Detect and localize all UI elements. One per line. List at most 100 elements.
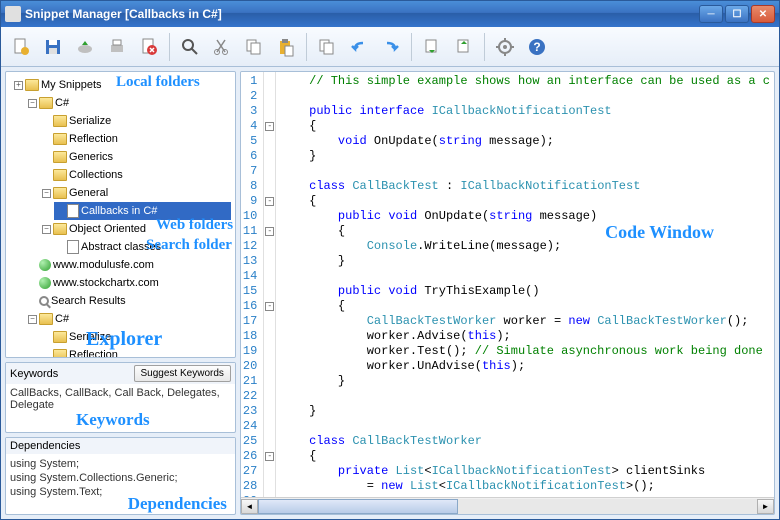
- save-button[interactable]: [39, 33, 67, 61]
- help-button[interactable]: ?: [523, 33, 551, 61]
- code-line: [280, 389, 770, 404]
- dependency-line: using System;: [10, 457, 231, 471]
- tree-node-label: My Snippets: [41, 77, 102, 93]
- fold-toggle[interactable]: -: [265, 302, 274, 311]
- cloud-up-icon: [75, 37, 95, 57]
- tree-node[interactable]: Generics: [40, 148, 231, 166]
- tree-node[interactable]: −C#: [26, 94, 231, 112]
- fold-toggle[interactable]: -: [265, 227, 274, 236]
- code-line: private List<ICallbackNotificationTest> …: [280, 464, 770, 479]
- scroll-thumb[interactable]: [258, 499, 458, 514]
- fold-toggle[interactable]: -: [265, 197, 274, 206]
- tree-node[interactable]: Collections: [40, 166, 231, 184]
- code-line: public void OnUpdate(string message): [280, 209, 770, 224]
- line-number: 27: [243, 464, 257, 479]
- code-line: class CallBackTestWorker: [280, 434, 770, 449]
- line-number: 17: [243, 314, 257, 329]
- tree-node[interactable]: Serialize: [40, 112, 231, 130]
- keywords-text[interactable]: CallBacks, CallBack, Call Back, Delegate…: [10, 387, 231, 411]
- fold-toggle[interactable]: -: [265, 452, 274, 461]
- tree-node[interactable]: www.modulusfe.com: [26, 256, 231, 274]
- delete-button[interactable]: [135, 33, 163, 61]
- content-area: +My Snippets−C#SerializeReflectionGeneri…: [1, 67, 779, 519]
- expander-icon[interactable]: −: [28, 315, 37, 324]
- line-number: 20: [243, 359, 257, 374]
- tree-node[interactable]: −General: [40, 184, 231, 202]
- line-number: 22: [243, 389, 257, 404]
- sync-button[interactable]: [450, 33, 478, 61]
- web-folder-icon: [39, 259, 51, 271]
- copy-button[interactable]: [240, 33, 268, 61]
- fold-gutter[interactable]: - - - - -: [264, 72, 276, 497]
- tree-node[interactable]: Reflection: [40, 130, 231, 148]
- code-line: void OnUpdate(string message);: [280, 134, 770, 149]
- code-line: {: [280, 449, 770, 464]
- tree-node[interactable]: + My Snippets: [12, 76, 231, 94]
- line-number: 14: [243, 269, 257, 284]
- tree-node-label: Generics: [69, 149, 113, 165]
- titlebar: Snippet Manager [Callbacks in C#] ─ ☐ ✕: [1, 1, 779, 27]
- minimize-button[interactable]: ─: [699, 5, 723, 23]
- refresh-button[interactable]: [418, 33, 446, 61]
- annot-keywords: Keywords: [76, 410, 150, 430]
- search-button[interactable]: [176, 33, 204, 61]
- tree-node[interactable]: Search Results: [26, 292, 231, 310]
- code-text[interactable]: // This simple example shows how an inte…: [276, 72, 774, 497]
- expander-icon[interactable]: −: [42, 189, 51, 198]
- tree-node[interactable]: Serialize: [40, 328, 231, 346]
- tree-node[interactable]: Reflection: [40, 346, 231, 358]
- print-button[interactable]: [103, 33, 131, 61]
- expander-icon[interactable]: +: [14, 81, 23, 90]
- undo-button[interactable]: [345, 33, 373, 61]
- settings-button[interactable]: [491, 33, 519, 61]
- tree-node-label: Callbacks in C#: [81, 203, 157, 219]
- tree-node[interactable]: −C#: [26, 310, 231, 328]
- code-line: public void TryThisExample(): [280, 284, 770, 299]
- tree-node[interactable]: www.stockchartx.com: [26, 274, 231, 292]
- code-line: {: [280, 224, 770, 239]
- expander-icon[interactable]: −: [42, 225, 51, 234]
- line-number: 2: [243, 89, 257, 104]
- code-line: public interface ICallbackNotificationTe…: [280, 104, 770, 119]
- suggest-keywords-button[interactable]: Suggest Keywords: [134, 365, 231, 382]
- tree-node[interactable]: − Object Oriented: [40, 220, 231, 238]
- svg-text:?: ?: [533, 40, 540, 54]
- folder-icon: [53, 169, 67, 181]
- tree-node-label: www.modulusfe.com: [53, 257, 154, 273]
- tree-node-label: Reflection: [69, 131, 118, 147]
- new-file-button[interactable]: [7, 33, 35, 61]
- redo-button[interactable]: [377, 33, 405, 61]
- folder-icon: [53, 133, 67, 145]
- expander-icon[interactable]: −: [28, 99, 37, 108]
- copy2-button[interactable]: [313, 33, 341, 61]
- folder-icon: [53, 151, 67, 163]
- explorer-panel: +My Snippets−C#SerializeReflectionGeneri…: [5, 71, 236, 358]
- scroll-right-button[interactable]: ►: [757, 499, 774, 514]
- tree-node[interactable]: Abstract classes: [54, 238, 231, 256]
- code-area[interactable]: 1234567891011121314151617181920212223242…: [241, 72, 774, 497]
- paste-button[interactable]: [272, 33, 300, 61]
- tree-node-selected[interactable]: Callbacks in C#: [54, 202, 231, 220]
- cut-button[interactable]: [208, 33, 236, 61]
- right-column: 1234567891011121314151617181920212223242…: [240, 71, 775, 515]
- keywords-label: Keywords: [10, 368, 58, 380]
- scroll-left-button[interactable]: ◄: [241, 499, 258, 514]
- maximize-button[interactable]: ☐: [725, 5, 749, 23]
- toolbar-separator: [411, 33, 412, 61]
- code-line: worker.UnAdvise(this);: [280, 359, 770, 374]
- dependencies-text[interactable]: using System;using System.Collections.Ge…: [10, 457, 231, 499]
- horizontal-scrollbar[interactable]: ◄ ►: [241, 497, 774, 514]
- tree-node-label: Object Oriented: [69, 221, 146, 237]
- print-icon: [107, 37, 127, 57]
- fold-toggle[interactable]: -: [265, 122, 274, 131]
- code-editor: 1234567891011121314151617181920212223242…: [240, 71, 775, 515]
- close-button[interactable]: ✕: [751, 5, 775, 23]
- app-window: Snippet Manager [Callbacks in C#] ─ ☐ ✕ …: [0, 0, 780, 520]
- line-number: 24: [243, 419, 257, 434]
- help-icon: ?: [527, 37, 547, 57]
- snippet-tree[interactable]: +My Snippets−C#SerializeReflectionGeneri…: [10, 76, 231, 358]
- code-line: {: [280, 194, 770, 209]
- dependency-line: using System.Collections.Generic;: [10, 471, 231, 485]
- line-number: 4: [243, 119, 257, 134]
- cloud-up-button[interactable]: [71, 33, 99, 61]
